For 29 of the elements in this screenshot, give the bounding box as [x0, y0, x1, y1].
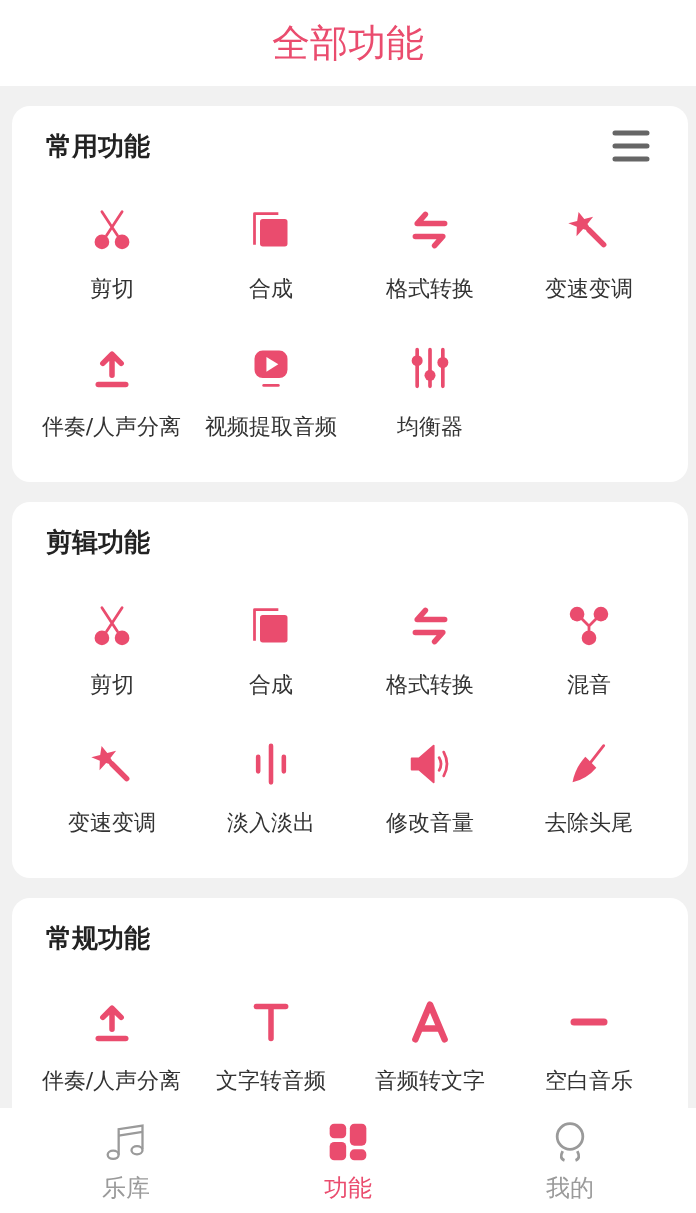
- feature-label[interactable]: 音频转文字: [374, 1066, 485, 1096]
- feature-label[interactable]: 均衡器: [396, 412, 463, 442]
- section-title: 剪辑功能: [46, 525, 150, 559]
- feature-label[interactable]: 合成: [248, 274, 293, 304]
- page-title: 全部功能: [272, 19, 424, 67]
- feature-label[interactable]: 变速变调: [544, 274, 633, 304]
- feature-label[interactable]: 变速变调: [67, 808, 156, 838]
- nav-label: 功能: [324, 1173, 372, 1204]
- nav-label: 我的: [546, 1173, 594, 1204]
- nav-tab[interactable]: 功能: [254, 1108, 442, 1213]
- feature-label[interactable]: 文字转音频: [215, 1066, 326, 1096]
- feature-label[interactable]: 视频提取音频: [204, 412, 337, 442]
- section-title: 常用功能: [46, 129, 150, 163]
- menu-icon[interactable]: [612, 129, 650, 163]
- feature-label[interactable]: 格式转换: [385, 274, 474, 304]
- feature-label[interactable]: 去除头尾: [544, 808, 633, 838]
- feature-label[interactable]: 剪切: [89, 274, 134, 304]
- feature-label[interactable]: 伴奏/人声分离: [41, 412, 182, 442]
- feature-label[interactable]: 空白音乐: [544, 1066, 633, 1096]
- nav-label: 乐库: [102, 1173, 150, 1204]
- feature-label[interactable]: 格式转换: [385, 670, 474, 700]
- feature-label[interactable]: 混音: [566, 670, 611, 700]
- feature-label[interactable]: 合成: [248, 670, 293, 700]
- feature-label[interactable]: 淡入淡出: [226, 808, 315, 838]
- feature-label[interactable]: 剪切: [89, 670, 134, 700]
- feature-label[interactable]: 修改音量: [385, 808, 474, 838]
- feature-label[interactable]: 伴奏/人声分离: [41, 1066, 182, 1096]
- section-title: 常规功能: [46, 921, 150, 955]
- minus-icon: [569, 1018, 608, 1026]
